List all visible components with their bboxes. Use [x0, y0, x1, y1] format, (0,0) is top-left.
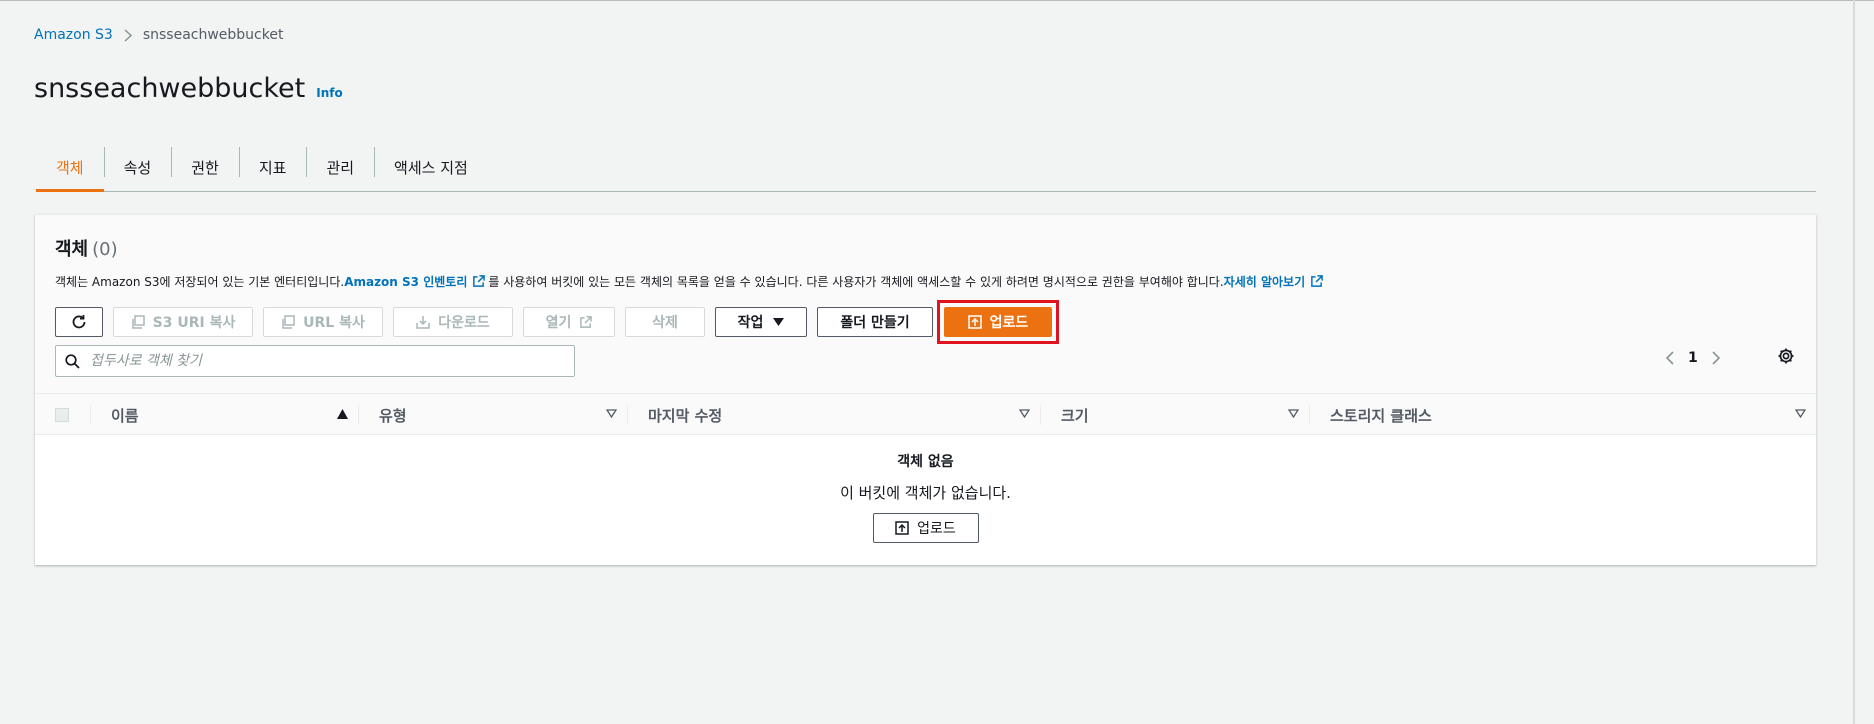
- object-search: [55, 345, 575, 377]
- tab-objects[interactable]: 객체: [36, 142, 104, 192]
- external-link-icon: [472, 275, 486, 288]
- sort-icon[interactable]: [1795, 409, 1806, 418]
- bucket-tabs: 객체 속성 권한 지표 관리 액세스 지점: [36, 142, 1816, 192]
- tab-access-points[interactable]: 액세스 지점: [374, 142, 488, 192]
- upload-button[interactable]: 업로드: [944, 307, 1052, 337]
- object-search-input[interactable]: [88, 352, 552, 370]
- column-last-modified[interactable]: 마지막 수정: [628, 394, 1040, 436]
- column-size-label: 크기: [1061, 406, 1089, 425]
- window-top-border: [0, 0, 1874, 1]
- column-type[interactable]: 유형: [359, 394, 627, 436]
- download-button[interactable]: 다운로드: [393, 307, 513, 337]
- window-right-border: [1853, 0, 1855, 724]
- column-storage-class-label: 스토리지 클래스: [1330, 406, 1432, 425]
- open-label: 열기: [545, 315, 572, 331]
- empty-upload-label: 업로드: [917, 521, 956, 537]
- refresh-button[interactable]: [55, 307, 103, 337]
- column-name-label: 이름: [111, 406, 139, 425]
- learn-more-link[interactable]: 자세히 알아보기: [1224, 273, 1305, 290]
- upload-icon: [895, 521, 909, 535]
- column-name[interactable]: 이름: [91, 394, 358, 436]
- chevron-right-icon[interactable]: [1712, 351, 1721, 365]
- create-folder-button[interactable]: 폴더 만들기: [817, 307, 933, 337]
- empty-upload-button[interactable]: 업로드: [872, 513, 979, 543]
- actions-dropdown[interactable]: 작업: [715, 307, 807, 337]
- desc-text-1: 객체는 Amazon S3에 저장되어 있는 기본 엔터티입니다.: [55, 275, 345, 289]
- sort-icon[interactable]: [1288, 409, 1299, 418]
- copy-icon: [281, 315, 295, 329]
- delete-button[interactable]: 삭제: [625, 307, 705, 337]
- tab-metrics[interactable]: 지표: [238, 142, 307, 192]
- column-storage-class[interactable]: 스토리지 클래스: [1310, 394, 1816, 436]
- page-number[interactable]: 1: [1688, 350, 1698, 366]
- upload-label: 업로드: [989, 315, 1029, 331]
- column-type-label: 유형: [379, 406, 407, 425]
- external-link-icon: [1310, 275, 1323, 288]
- download-icon: [416, 315, 430, 329]
- objects-count: (0): [92, 239, 118, 260]
- sort-ascending-icon[interactable]: [337, 409, 348, 419]
- caret-down-icon: [773, 318, 785, 326]
- objects-title-text: 객체: [55, 239, 89, 260]
- upload-highlight-box: 업로드: [937, 300, 1059, 344]
- pagination: 1: [1665, 350, 1721, 366]
- empty-title: 객체 없음: [897, 454, 954, 470]
- upload-icon: [967, 315, 982, 329]
- objects-toolbar: S3 URI 복사 URL 복사 다운로드 열기 삭제 작업 폴더 만들기 업로…: [55, 300, 1059, 344]
- select-all-checkbox[interactable]: [55, 408, 69, 422]
- search-icon: [65, 353, 80, 369]
- empty-description: 이 버킷에 객체가 없습니다.: [840, 484, 1011, 502]
- copy-s3-uri-label: S3 URI 복사: [152, 315, 236, 331]
- page-title: snsseachwebbucket: [34, 73, 306, 104]
- refresh-icon: [71, 314, 87, 330]
- chevron-left-icon[interactable]: [1665, 351, 1674, 365]
- tab-management[interactable]: 관리: [306, 142, 374, 192]
- info-link[interactable]: Info: [316, 86, 342, 100]
- copy-url-button[interactable]: URL 복사: [263, 307, 383, 337]
- actions-label: 작업: [737, 315, 764, 331]
- sort-icon[interactable]: [606, 409, 617, 418]
- page-header: snsseachwebbucket Info: [34, 73, 343, 104]
- copy-s3-uri-button[interactable]: S3 URI 복사: [113, 307, 253, 337]
- column-last-modified-label: 마지막 수정: [648, 406, 723, 425]
- create-folder-label: 폴더 만들기: [840, 315, 910, 331]
- objects-panel-header: 객체 (0) 객체는 Amazon S3에 저장되어 있는 기본 엔터티입니다. …: [35, 215, 1816, 393]
- download-label: 다운로드: [438, 315, 490, 331]
- inventory-link[interactable]: Amazon S3 인벤토리: [344, 273, 467, 290]
- delete-label: 삭제: [652, 315, 678, 331]
- tab-permissions[interactable]: 권한: [171, 142, 239, 192]
- column-size[interactable]: 크기: [1041, 394, 1309, 436]
- empty-state: 객체 없음 이 버킷에 객체가 없습니다. 업로드: [35, 435, 1816, 543]
- sort-icon[interactable]: [1019, 409, 1030, 418]
- breadcrumb-current: snsseachwebbucket: [142, 27, 284, 43]
- open-button[interactable]: 열기: [523, 307, 615, 337]
- gear-icon[interactable]: [1777, 347, 1795, 365]
- objects-table-header: 이름 유형 마지막 수정 크기 스토리지 클래스: [35, 393, 1816, 435]
- objects-description: 객체는 Amazon S3에 저장되어 있는 기본 엔터티입니다. Amazon…: [55, 273, 1326, 290]
- external-link-icon: [579, 315, 593, 329]
- copy-icon: [131, 315, 145, 329]
- tab-list: 객체 속성 권한 지표 관리 액세스 지점: [36, 142, 488, 192]
- chevron-right-icon: [124, 28, 132, 42]
- copy-url-label: URL 복사: [303, 315, 365, 331]
- breadcrumb: Amazon S3 snsseachwebbucket: [34, 27, 283, 43]
- s3-console-page: Amazon S3 snsseachwebbucket snsseachwebb…: [0, 0, 1874, 724]
- desc-text-2: 를 사용하여 버킷에 있는 모든 객체의 목록을 얻을 수 있습니다. 다른 사…: [488, 275, 1224, 289]
- objects-panel: 객체 (0) 객체는 Amazon S3에 저장되어 있는 기본 엔터티입니다. …: [35, 214, 1816, 565]
- tab-properties[interactable]: 속성: [103, 142, 172, 192]
- objects-title: 객체 (0): [55, 235, 118, 261]
- breadcrumb-amazon-s3[interactable]: Amazon S3: [34, 27, 113, 43]
